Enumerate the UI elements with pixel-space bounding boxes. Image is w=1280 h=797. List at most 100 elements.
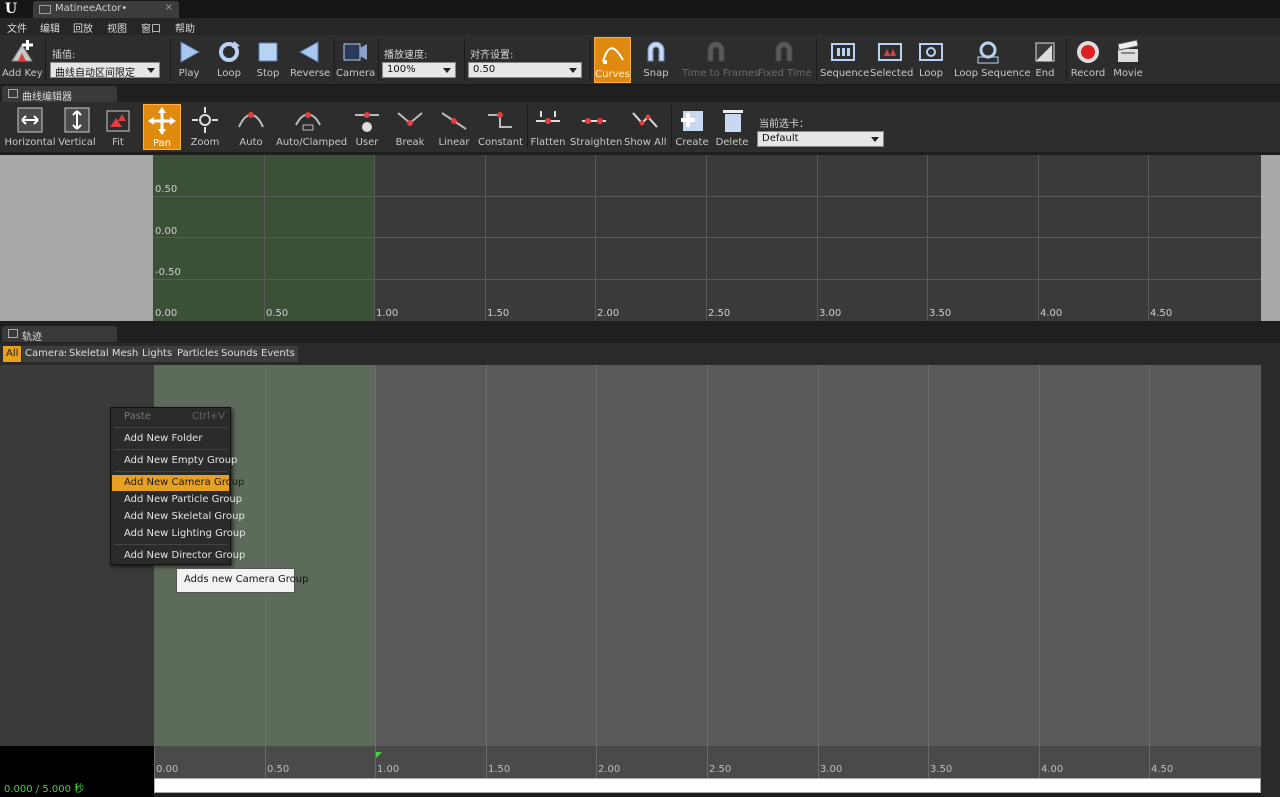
curve-x-label: 4.50 (1150, 308, 1173, 319)
timeline-ruler[interactable]: 0.00 0.50 1.00 1.50 2.00 2.50 3.00 3.50 4.00 4.50 (154, 746, 1261, 778)
menu-item-add-new-director-group[interactable]: Add New Director Group (112, 548, 245, 564)
filter-cameras[interactable]: Cameras (22, 346, 73, 362)
clapperboard-icon (1115, 39, 1141, 65)
snap-setting-select[interactable]: 0.50 (468, 62, 582, 78)
current-tab-combo: 当前选卡： Default (757, 102, 885, 147)
menu-edit[interactable]: 编辑 (40, 20, 60, 35)
track-grid-vline (818, 365, 819, 746)
time-to-frames-button[interactable]: Time to Frames (682, 37, 759, 83)
menu-file[interactable]: 文件 (7, 20, 27, 35)
flatten-button[interactable]: Flatten (530, 104, 566, 150)
toolbar-separator (334, 39, 335, 81)
zoom-selected-icon (877, 39, 903, 65)
loop-end-marker[interactable] (376, 752, 382, 758)
snap-button[interactable]: Snap (639, 37, 673, 83)
toolbar-separator (45, 39, 46, 81)
auto-clamped-tangent-button[interactable]: Auto/Clamped (276, 104, 347, 150)
loop-button[interactable]: Loop (212, 37, 246, 83)
constant-tangent-button[interactable]: Constant (478, 104, 523, 150)
tracks-tab[interactable]: 轨迹 (2, 326, 117, 343)
menu-view[interactable]: 视图 (107, 20, 127, 35)
track-timeline-area[interactable] (154, 365, 1261, 746)
menu-help[interactable]: 帮助 (175, 20, 195, 35)
menu-item-paste[interactable]: Paste Ctrl+V (112, 409, 229, 425)
curve-toolbar: Horizontal Vertical Fit Pan Zoom Auto Au… (0, 102, 1280, 152)
zoom-arrows-icon (190, 105, 220, 135)
straighten-icon (579, 105, 609, 135)
track-grid-vline (265, 365, 266, 746)
curve-grid-vline (595, 155, 596, 321)
menu-item-add-new-lighting-group[interactable]: Add New Lighting Group (112, 526, 246, 542)
zoom-loop-button[interactable]: Loop (914, 37, 948, 83)
curve-grid-vline (1038, 155, 1039, 321)
break-tangent-button[interactable]: Break (392, 104, 428, 150)
toolbar-separator (1066, 39, 1067, 81)
ruler-label: 1.50 (488, 764, 511, 775)
curve-x-label: 2.00 (597, 308, 620, 319)
current-tab-select[interactable]: Default (757, 131, 884, 147)
curve-editor-header (0, 86, 1280, 102)
create-tab-button[interactable]: Create (674, 104, 710, 150)
magnet-icon (703, 39, 729, 65)
user-tangent-button[interactable]: User (350, 104, 384, 150)
fit-horizontal-button[interactable]: Horizontal (4, 104, 56, 150)
playback-speed-select[interactable]: 100% (382, 62, 456, 78)
zoom-button[interactable]: Zoom (186, 104, 224, 150)
stop-button[interactable]: Stop (252, 37, 284, 83)
sequence-button[interactable]: Sequence (820, 37, 869, 83)
menu-item-add-new-camera-group[interactable]: Add New Camera Group (112, 475, 244, 491)
close-tab-icon[interactable]: × (165, 2, 173, 13)
filter-all[interactable]: All (3, 346, 22, 362)
filter-sounds[interactable]: Sounds (218, 346, 261, 362)
add-key-button[interactable]: Add Key (2, 37, 43, 83)
interp-mode-select[interactable]: 曲线自动区间限定 (50, 62, 160, 79)
curve-x-label: 3.50 (929, 308, 952, 319)
pan-arrows-icon (147, 106, 177, 136)
menu-item-add-new-folder[interactable]: Add New Folder (112, 431, 229, 447)
curve-y-label: 0.50 (155, 184, 178, 195)
record-button[interactable]: Record (1070, 37, 1106, 83)
chevron-down-icon (147, 68, 155, 73)
ruler-label: 1.00 (377, 764, 400, 775)
show-all-button[interactable]: Show All (624, 104, 667, 150)
auto-tangent-icon (236, 105, 266, 135)
filter-events[interactable]: Events (258, 346, 298, 362)
straighten-button[interactable]: Straighten (570, 104, 622, 150)
menu-playback[interactable]: 回放 (73, 20, 93, 35)
curve-editor-tab[interactable]: 曲线编辑器 (2, 86, 117, 103)
pan-button[interactable]: Pan (143, 104, 181, 150)
record-icon (1075, 39, 1101, 65)
menu-item-add-new-particle-group[interactable]: Add New Particle Group (112, 492, 242, 508)
linear-tangent-button[interactable]: Linear (436, 104, 472, 150)
filter-lights[interactable]: Lights (139, 346, 176, 362)
movie-button[interactable]: Movie (1110, 37, 1146, 83)
menu-separator (114, 471, 227, 472)
curve-x-label: 0.00 (155, 308, 178, 319)
selected-button[interactable]: Selected (870, 37, 913, 83)
menu-bar: 文件 编辑 回放 视图 窗口 帮助 (0, 18, 1280, 35)
curve-editor-icon (8, 89, 18, 98)
camera-icon (342, 39, 368, 65)
menu-item-add-new-skeletal-group[interactable]: Add New Skeletal Group (112, 509, 245, 525)
tooltip: Adds new Camera Group (176, 568, 308, 593)
curves-toggle[interactable]: Curves (594, 37, 631, 83)
curve-graph[interactable]: 0.50 0.00 -0.50 0.00 0.50 1.00 1.50 2.00 2.50 3.… (153, 155, 1261, 321)
reverse-button[interactable]: Reverse (290, 37, 330, 83)
fit-vertical-button[interactable]: Vertical (58, 104, 96, 150)
ruler-tick (707, 746, 708, 778)
play-button[interactable]: Play (172, 37, 206, 83)
menu-window[interactable]: 窗口 (141, 20, 161, 35)
loop-sequence-icon (975, 39, 1001, 65)
curve-track-list (0, 155, 153, 321)
fit-button[interactable]: Fit (100, 104, 136, 150)
camera-button[interactable]: Camera (336, 37, 375, 83)
delete-tab-button[interactable]: Delete (714, 104, 750, 150)
menu-item-add-new-empty-group[interactable]: Add New Empty Group (112, 453, 237, 469)
timeline-scrollbar[interactable] (154, 778, 1261, 793)
end-button[interactable]: End (1030, 37, 1060, 83)
fixed-time-button[interactable]: Fixed Time (758, 37, 812, 83)
auto-tangent-button[interactable]: Auto (232, 104, 270, 150)
filter-particles[interactable]: Particles (174, 346, 223, 362)
loop-sequence-button[interactable]: Loop Sequence (954, 37, 1030, 83)
document-tab[interactable]: MatineeActor• × (33, 1, 179, 18)
